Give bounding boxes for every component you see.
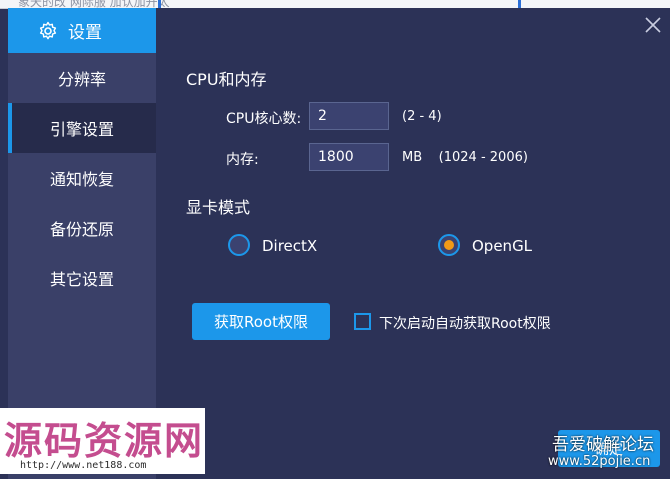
opengl-label[interactable]: OpenGL <box>472 237 532 255</box>
sidebar-item-notification[interactable]: 通知恢复 <box>8 153 156 203</box>
gpu-mode-title: 显卡模式 <box>186 198 251 217</box>
sidebar-header: 设置 <box>8 8 156 53</box>
opengl-radio[interactable] <box>438 234 460 256</box>
directx-radio[interactable] <box>228 234 250 256</box>
sidebar-item-label: 通知恢复 <box>49 170 114 189</box>
memory-input[interactable] <box>309 143 389 171</box>
sidebar-item-label: 其它设置 <box>49 270 114 289</box>
sidebar-item-engine[interactable]: 引擎设置 <box>8 103 156 153</box>
gear-icon <box>39 21 57 39</box>
sidebar-item-other[interactable]: 其它设置 <box>8 253 156 303</box>
sidebar-item-label: 引擎设置 <box>49 120 114 139</box>
watermark-left-url: http://www.net188.com <box>20 460 147 471</box>
memory-range: MB (1024 - 2006) <box>402 150 528 165</box>
memory-label: 内存: <box>226 152 259 168</box>
directx-label[interactable]: DirectX <box>262 237 317 255</box>
close-icon[interactable] <box>644 16 662 34</box>
sidebar-item-resolution[interactable]: 分辨率 <box>8 53 156 103</box>
background-divider <box>158 0 161 8</box>
window-title: 设置 <box>68 23 102 43</box>
cpu-cores-label: CPU核心数: <box>226 111 302 127</box>
get-root-button[interactable]: 获取Root权限 <box>192 303 330 340</box>
sidebar-item-label: 分辨率 <box>57 70 106 89</box>
auto-root-label[interactable]: 下次启动自动获取Root权限 <box>379 313 551 333</box>
watermark-left: 源码资源网 http://www.net188.com <box>0 408 205 474</box>
auto-root-checkbox[interactable] <box>354 313 371 330</box>
watermark-left-title: 源码资源网 <box>4 418 205 463</box>
cpu-cores-input[interactable] <box>309 102 389 130</box>
cpu-mem-title: CPU和内存 <box>186 70 267 89</box>
sidebar-item-label: 备份还原 <box>49 220 114 239</box>
watermark-right-url: www.52pojie.cn <box>548 454 651 469</box>
sidebar-item-backup[interactable]: 备份还原 <box>8 203 156 253</box>
cpu-cores-range: (2 - 4) <box>402 109 442 124</box>
watermark-right-title: 吾爱破解论坛 <box>552 435 654 455</box>
background-divider <box>518 0 521 8</box>
